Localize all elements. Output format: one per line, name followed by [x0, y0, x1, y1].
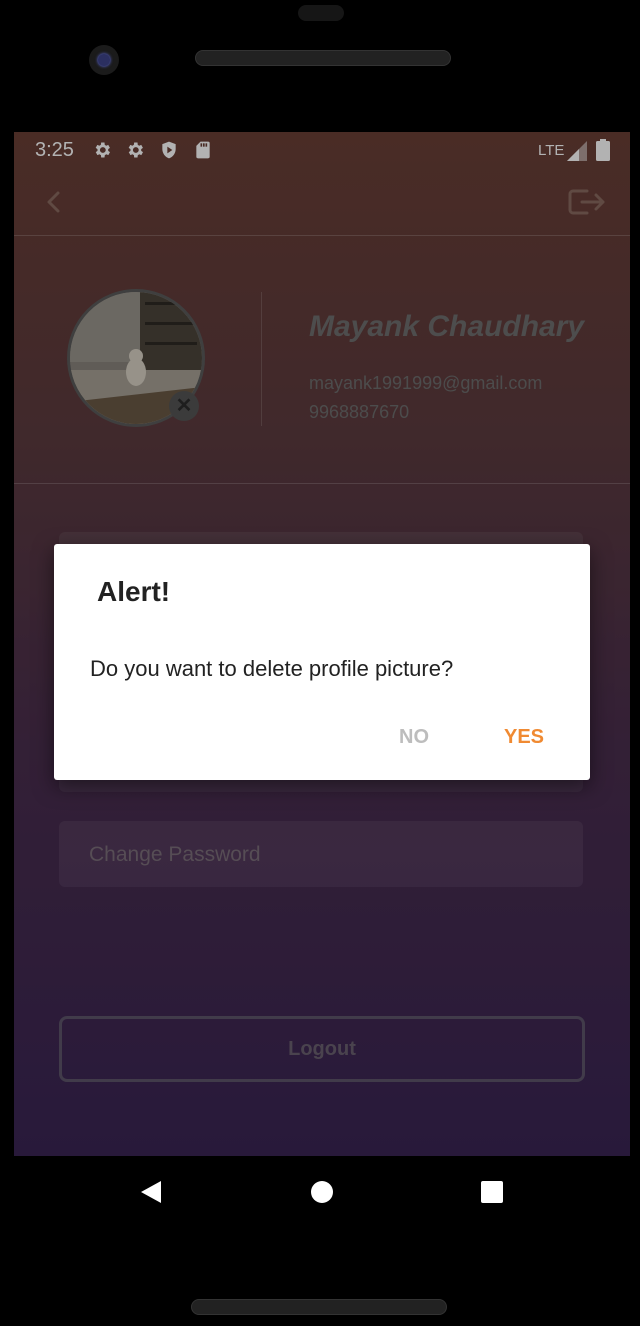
nav-home-icon[interactable] — [311, 1181, 333, 1203]
dialog-title: Alert! — [97, 576, 171, 607]
bottom-speaker — [191, 1299, 447, 1315]
alert-dialog: Alert! Do you want to delete profile pic… — [54, 544, 590, 780]
camera-icon — [89, 45, 119, 75]
nav-back-icon[interactable] — [139, 1180, 163, 1204]
yes-button[interactable]: YES — [504, 726, 544, 749]
no-button[interactable]: NO — [399, 726, 429, 749]
phone-notch — [298, 5, 344, 21]
nav-recents-icon[interactable] — [481, 1181, 503, 1203]
earpiece-speaker — [195, 50, 451, 66]
dialog-message: Do you want to delete profile picture? — [90, 656, 454, 681]
